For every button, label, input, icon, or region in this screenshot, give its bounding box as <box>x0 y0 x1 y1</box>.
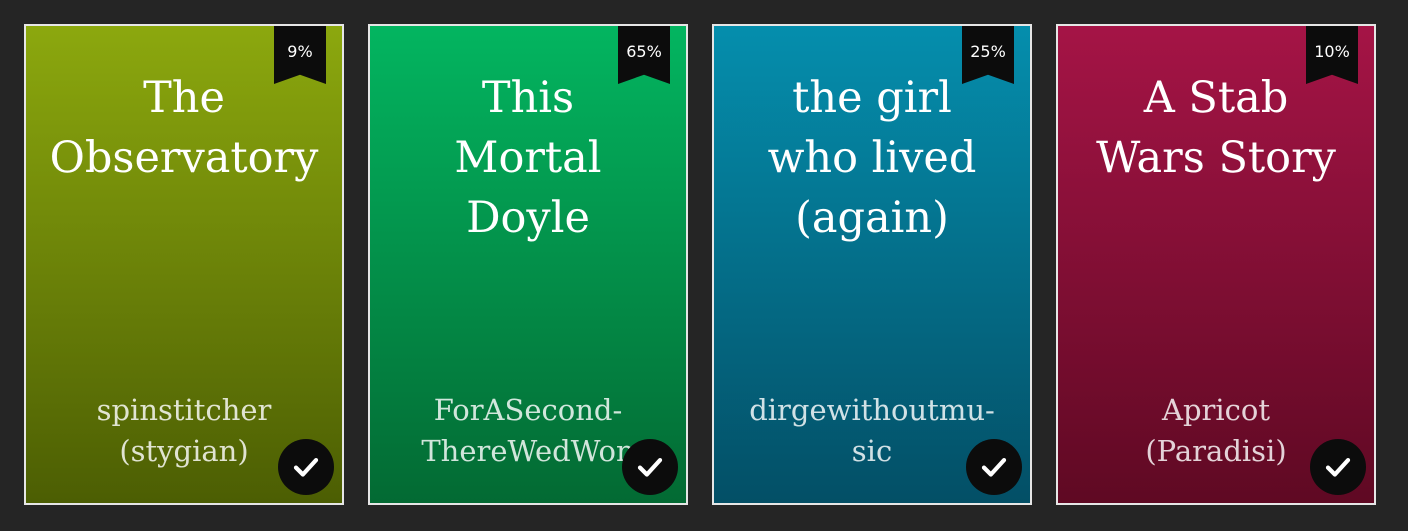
book-title: This Mortal Doyle <box>454 73 602 243</box>
checkmark-button[interactable] <box>1310 439 1366 495</box>
checkmark-icon <box>981 458 1007 477</box>
checkmark-icon <box>293 458 319 477</box>
book-card[interactable]: This Mortal Doyle ForASecond- ThereWedWo… <box>368 24 688 505</box>
checkmark-button[interactable] <box>622 439 678 495</box>
book-title: The Observatory <box>49 73 319 183</box>
book-title: the girl who lived (again) <box>767 73 977 243</box>
book-title: A Stab Wars Story <box>1096 73 1336 183</box>
checkmark-button[interactable] <box>966 439 1022 495</box>
checkmark-button[interactable] <box>278 439 334 495</box>
book-grid: The Observatory spinstitcher (stygian) 9… <box>24 24 1376 505</box>
checkmark-icon <box>637 458 663 477</box>
book-card[interactable]: The Observatory spinstitcher (stygian) 9… <box>24 24 344 505</box>
checkmark-icon <box>1325 458 1351 477</box>
book-card[interactable]: A Stab Wars Story Apricot (Paradisi) 10% <box>1056 24 1376 505</box>
book-card[interactable]: the girl who lived (again) dirgewithoutm… <box>712 24 1032 505</box>
